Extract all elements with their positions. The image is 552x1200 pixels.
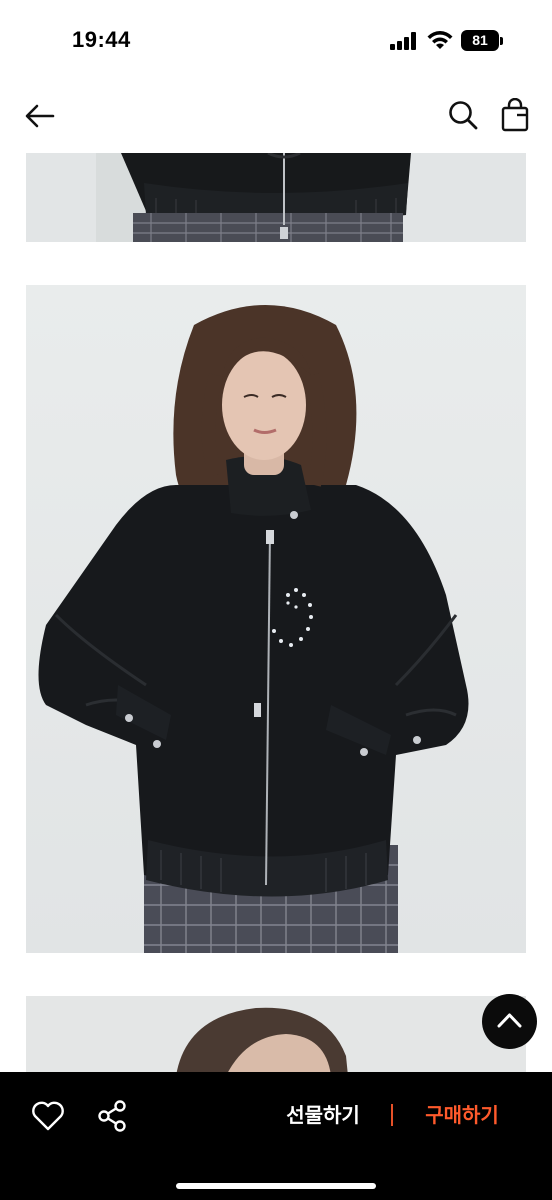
back-arrow-icon[interactable]: [22, 98, 58, 134]
wifi-icon: [427, 31, 453, 49]
share-icon[interactable]: [95, 1098, 129, 1134]
jacket-hem-illustration: [96, 153, 411, 242]
button-divider: [391, 1104, 393, 1126]
shopping-bag-icon[interactable]: [499, 98, 531, 132]
battery-cap: [500, 37, 503, 45]
battery-level: 81: [472, 32, 488, 48]
search-icon[interactable]: [447, 99, 479, 131]
top-nav: [0, 80, 552, 152]
battery-icon: 81: [461, 30, 499, 51]
home-indicator[interactable]: [176, 1183, 376, 1189]
buy-button[interactable]: 구매하기: [410, 1094, 514, 1138]
status-time: 19:44: [72, 27, 131, 52]
model-jacket-illustration: [38, 305, 469, 953]
signal-icon: [390, 32, 420, 50]
product-photo-main[interactable]: [26, 285, 526, 953]
chevron-up-icon: [497, 1013, 522, 1028]
bottom-action-bar: 선물하기 구매하기: [0, 1072, 552, 1200]
scroll-to-top-button[interactable]: [482, 994, 537, 1049]
gift-button[interactable]: 선물하기: [268, 1094, 378, 1138]
status-bar: 19:44 81: [0, 0, 552, 80]
product-photo-top[interactable]: [26, 153, 526, 242]
model-hair-illustration: [176, 1007, 348, 1076]
heart-icon[interactable]: [30, 1099, 66, 1133]
product-photo-bottom[interactable]: [26, 996, 526, 1076]
